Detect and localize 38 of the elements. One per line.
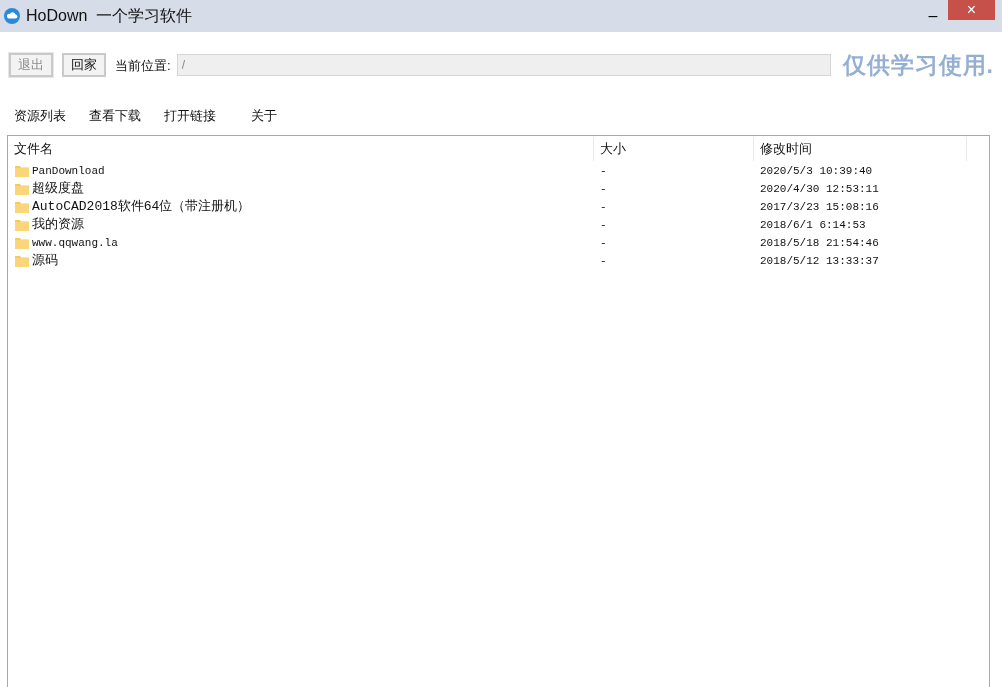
table-cell-text: 2018/5/18 21:54:46 — [759, 235, 880, 251]
close-button[interactable]: × — [948, 0, 995, 20]
cloud-icon — [4, 8, 20, 24]
menu-item[interactable]: 查看下载 — [89, 105, 141, 125]
notice-label: 仅供学习使用. — [842, 51, 994, 80]
location-label: 当前位置: — [115, 56, 171, 75]
table-cell-text: - — [599, 163, 608, 179]
file-name[interactable]: 超级度盘 — [32, 179, 84, 199]
table-cell-text: 2020/5/3 10:39:40 — [759, 163, 874, 179]
column-header[interactable]: 文件名 — [8, 137, 594, 161]
table-cell-text: 2018/6/1 6:14:53 — [759, 217, 867, 233]
table-cell-text: - — [599, 199, 608, 215]
menu-item[interactable]: 资源列表 — [14, 105, 66, 125]
column-header[interactable]: 修改时间 — [754, 137, 967, 161]
table-cell-text: 2020/4/30 12:53:11 — [759, 181, 880, 197]
table-cell-text: 2018/5/12 13:33:37 — [759, 253, 880, 269]
table-cell-text: - — [599, 253, 608, 269]
minimize-button[interactable]: – — [918, 4, 948, 28]
folder-icon — [15, 165, 29, 177]
column-header[interactable]: 大小 — [594, 137, 754, 161]
folder-icon — [15, 219, 29, 231]
file-name[interactable]: 我的资源 — [32, 215, 84, 235]
window-title: HoDown 一个学习软件 — [26, 6, 193, 26]
file-name[interactable]: 源码 — [32, 251, 58, 271]
file-name[interactable]: AutoCAD2018软件64位（带注册机） — [32, 197, 251, 217]
home-button[interactable]: 回家 — [62, 53, 106, 78]
folder-icon — [15, 237, 29, 249]
file-name[interactable]: www.qqwang.la — [32, 234, 118, 252]
file-name[interactable]: PanDownload — [32, 162, 105, 180]
menu-item[interactable]: 打开链接 — [164, 105, 216, 125]
folder-icon — [15, 183, 29, 195]
table-cell-text: - — [599, 217, 608, 233]
menu-item[interactable]: 关于 — [251, 105, 277, 125]
folder-icon — [15, 201, 29, 213]
table-cell-text: - — [599, 235, 608, 251]
table-cell-text: 2017/3/23 15:08:16 — [759, 199, 880, 215]
folder-icon — [15, 255, 29, 267]
table-cell-text: - — [599, 181, 608, 197]
